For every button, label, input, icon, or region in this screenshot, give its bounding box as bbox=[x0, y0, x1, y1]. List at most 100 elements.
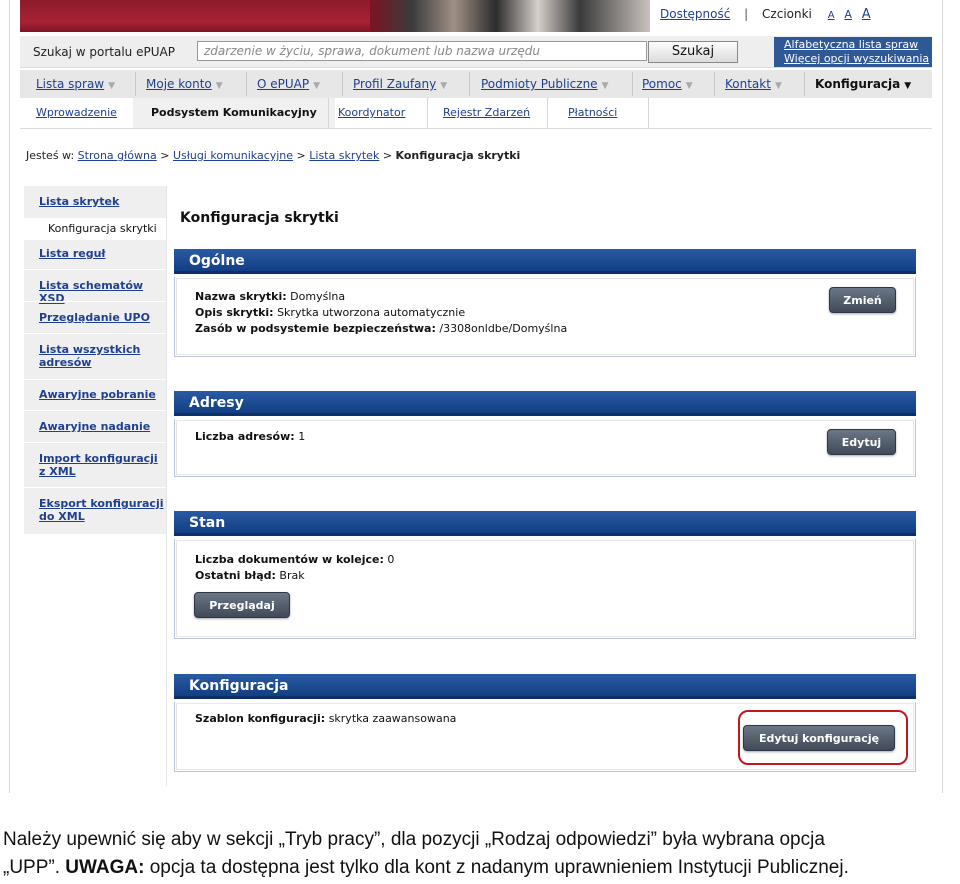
field-value: skrytka zaawansowana bbox=[328, 712, 457, 725]
menu-item-konfiguracja[interactable]: Konfiguracja ▼ bbox=[815, 70, 911, 98]
chevron-down-icon: ▼ bbox=[215, 81, 223, 91]
left-sidebar: Lista skrytek Konfiguracja skrytki Lista… bbox=[24, 186, 166, 534]
menu-label: Pomoc bbox=[642, 77, 682, 91]
search-bar: Szukaj w portalu ePUAP zdarzenie w życiu… bbox=[20, 36, 932, 68]
menu-item-pomoc[interactable]: Pomoc ▼ bbox=[642, 70, 693, 98]
font-size-label: Czcionki bbox=[762, 7, 812, 21]
breadcrumb-separator: > bbox=[382, 149, 393, 162]
note-line-2-rest: opcja ta dostępna jest tylko dla kont z … bbox=[144, 857, 849, 878]
field-label: Nazwa skrytki: bbox=[195, 290, 287, 303]
menu-divider bbox=[632, 72, 633, 96]
submenu-item-wprowadzenie[interactable]: Wprowadzenie bbox=[36, 98, 117, 128]
field-value: Domyślna bbox=[290, 290, 346, 303]
menu-item-moje-konto[interactable]: Moje konto ▼ bbox=[146, 70, 223, 98]
more-search-options-link[interactable]: Więcej opcji wyszukiwania bbox=[784, 52, 932, 66]
sidebar-divider bbox=[24, 301, 166, 302]
submenu-divider bbox=[648, 98, 649, 128]
field-label: Ostatni błąd: bbox=[195, 569, 276, 582]
sidebar-divider bbox=[24, 269, 166, 270]
chevron-down-icon: ▼ bbox=[685, 81, 693, 91]
alphabetical-list-link[interactable]: Alfabetyczna lista spraw bbox=[784, 38, 932, 52]
chevron-down-icon: ▼ bbox=[313, 81, 321, 91]
chevron-down-icon: ▼ bbox=[774, 81, 782, 91]
breadcrumb-link-services[interactable]: Usługi komunikacyjne bbox=[173, 149, 293, 162]
sub-menu: Wprowadzenie Podsystem Komunikacyjny Koo… bbox=[20, 98, 932, 129]
sidebar-item-import-xml[interactable]: Import konfiguracji z XML bbox=[39, 452, 164, 478]
breadcrumb: Jesteś w: Strona główna > Usługi komunik… bbox=[26, 149, 520, 162]
chevron-down-icon: ▼ bbox=[904, 81, 912, 91]
chevron-down-icon: ▼ bbox=[440, 81, 448, 91]
instruction-note: Należy upewnić się aby w sekcji „Tryb pr… bbox=[0, 826, 960, 882]
sidebar-item-lista-skrytek[interactable]: Lista skrytek bbox=[39, 195, 164, 208]
sidebar-item-przegladanie-upo[interactable]: Przeglądanie UPO bbox=[39, 311, 164, 324]
field-label: Opis skrytki: bbox=[195, 306, 274, 319]
submenu-divider bbox=[547, 98, 548, 128]
menu-label: Profil Zaufany bbox=[353, 77, 437, 91]
panel-header-addresses: Adresy bbox=[174, 391, 916, 416]
font-small-button[interactable]: A bbox=[828, 10, 835, 21]
submenu-item-rejestr-zdarzen[interactable]: Rejestr Zdarzeń bbox=[443, 98, 530, 128]
banner-red-band bbox=[20, 0, 375, 32]
sidebar-divider bbox=[24, 333, 166, 334]
sidebar-item-lista-regul[interactable]: Lista reguł bbox=[39, 247, 164, 260]
accessibility-link[interactable]: Dostępność bbox=[660, 7, 730, 21]
browse-button[interactable]: Przeglądaj bbox=[194, 592, 290, 618]
panel-inner-frame bbox=[176, 420, 914, 475]
menu-item-profil-zaufany[interactable]: Profil Zaufany ▼ bbox=[353, 70, 447, 98]
field-value: 1 bbox=[298, 430, 306, 443]
sidebar-item-konfiguracja-skrytki[interactable]: Konfiguracja skrytki bbox=[24, 218, 166, 240]
sidebar-item-eksport-xml[interactable]: Eksport konfiguracji do XML bbox=[39, 497, 164, 523]
separator: | bbox=[744, 7, 749, 21]
change-button[interactable]: Zmień bbox=[829, 287, 896, 313]
field-value: Skrytka utworzona automatycznie bbox=[277, 306, 466, 319]
field-value: /3308onldbe/Domyślna bbox=[439, 322, 568, 335]
panel-header-config: Konfiguracja bbox=[174, 674, 916, 699]
menu-item-podmioty-publiczne[interactable]: Podmioty Publiczne ▼ bbox=[481, 70, 608, 98]
menu-item-kontakt[interactable]: Kontakt ▼ bbox=[725, 70, 782, 98]
menu-label: Lista spraw bbox=[36, 77, 105, 91]
panel-general: Nazwa skrytki: Domyślna Opis skrytki: Sk… bbox=[174, 277, 916, 357]
font-size-controls: A A A bbox=[822, 7, 871, 22]
breadcrumb-prefix: Jesteś w: bbox=[26, 149, 75, 162]
banner-links: Dostępność | Czcionki A A A bbox=[660, 7, 871, 22]
menu-item-lista-spraw[interactable]: Lista spraw ▼ bbox=[36, 70, 115, 98]
sidebar-item-awaryjne-pobranie[interactable]: Awaryjne pobranie bbox=[39, 388, 164, 401]
breadcrumb-link-home[interactable]: Strona główna bbox=[78, 149, 157, 162]
submenu-divider bbox=[427, 98, 428, 128]
menu-divider bbox=[469, 72, 470, 96]
search-label: Szukaj w portalu ePUAP bbox=[33, 45, 175, 59]
submenu-divider bbox=[328, 98, 329, 128]
config-template: Szablon konfiguracji: skrytka zaawansowa… bbox=[195, 712, 456, 725]
main-menu: Lista spraw ▼ Moje konto ▼ O ePUAP ▼ Profil… bbox=[20, 70, 932, 99]
banner-photo bbox=[370, 0, 650, 32]
breadcrumb-separator: > bbox=[296, 149, 306, 162]
search-links: Alfabetyczna lista spraw Więcej opcji wy… bbox=[774, 37, 932, 67]
edit-addresses-button[interactable]: Edytuj bbox=[827, 429, 896, 455]
chevron-down-icon: ▼ bbox=[601, 81, 609, 91]
field-label: Liczba adresów: bbox=[195, 430, 295, 443]
menu-label: Moje konto bbox=[146, 77, 212, 91]
chevron-down-icon: ▼ bbox=[108, 81, 116, 91]
field-label: Zasób w podsystemie bezpieczeństwa: bbox=[195, 322, 436, 335]
panel-status: Liczba dokumentów w kolejce: 0 Ostatni b… bbox=[174, 539, 916, 639]
menu-label: Podmioty Publiczne bbox=[481, 77, 598, 91]
menu-item-o-epuap[interactable]: O ePUAP ▼ bbox=[257, 70, 320, 98]
field-label: Liczba dokumentów w kolejce: bbox=[195, 553, 384, 566]
font-large-button[interactable]: A bbox=[862, 7, 871, 22]
sidebar-item-awaryjne-nadanie[interactable]: Awaryjne nadanie bbox=[39, 420, 164, 433]
submenu-item-platnosci[interactable]: Płatności bbox=[568, 98, 617, 128]
mailbox-description: Opis skrytki: Skrytka utworzona automaty… bbox=[195, 306, 465, 319]
submenu-item-podsystem-komunikacyjny[interactable]: Podsystem Komunikacyjny bbox=[133, 98, 335, 128]
panel-addresses: Liczba adresów: 1 Edytuj bbox=[174, 419, 916, 477]
breadcrumb-link-mailboxes[interactable]: Lista skrytek bbox=[309, 149, 379, 162]
font-medium-button[interactable]: A bbox=[844, 8, 852, 21]
sidebar-divider bbox=[24, 442, 166, 443]
submenu-item-koordynator[interactable]: Koordynator bbox=[338, 98, 405, 128]
search-input[interactable]: zdarzenie w życiu, sprawa, dokument lub … bbox=[197, 41, 647, 61]
field-value: 0 bbox=[387, 553, 395, 566]
menu-label: Kontakt bbox=[725, 77, 771, 91]
menu-divider bbox=[804, 72, 805, 96]
search-button[interactable]: Szukaj bbox=[648, 41, 738, 63]
menu-divider bbox=[714, 72, 715, 96]
sidebar-item-lista-wszystkich-adresow[interactable]: Lista wszystkich adresów bbox=[39, 343, 164, 369]
